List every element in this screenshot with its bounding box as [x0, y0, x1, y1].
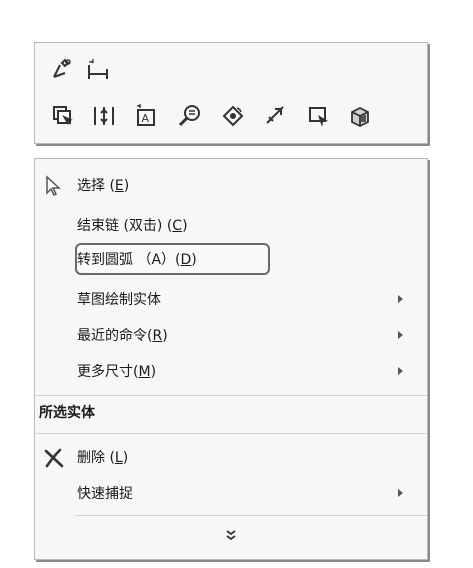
submenu-arrow-icon: [398, 331, 403, 339]
submenu-arrow-icon: [398, 367, 403, 375]
menu-item-delete[interactable]: 删除 (L): [35, 441, 427, 475]
double-chevron-down-icon: [226, 530, 236, 541]
section-header-label: 所选实体: [39, 405, 95, 421]
submenu-arrow-icon: [398, 489, 403, 497]
menu-item-select[interactable]: 选择 (E): [35, 169, 427, 203]
menu-item-more-dimensions[interactable]: 更多尺寸(M): [35, 355, 427, 389]
select-other-icon[interactable]: [47, 101, 77, 131]
delete-x-icon: [44, 448, 64, 468]
menu-item-label: 结束链 (双击) (C): [77, 218, 188, 234]
menu-item-label: 删除 (L): [77, 450, 129, 466]
menu-item-end-chain[interactable]: 结束链 (双击) (C): [35, 209, 427, 243]
menu-item-sketch-entities[interactable]: 草图绘制实体: [35, 283, 427, 317]
menu-separator: [35, 395, 427, 396]
zoom-to-selection-icon[interactable]: [175, 101, 205, 131]
menu-item-quick-snaps[interactable]: 快速捕捉: [35, 477, 427, 511]
context-toolbar: A: [34, 42, 428, 144]
insert-note-icon[interactable]: A: [131, 101, 161, 131]
context-menu: 选择 (E) 结束链 (双击) (C) 转到圆弧 （A）(D) 草图绘制实体 最…: [34, 158, 428, 560]
submenu-arrow-icon: [398, 295, 403, 303]
svg-text:A: A: [142, 112, 150, 125]
mirror-entities-icon[interactable]: [89, 101, 119, 131]
menu-item-label: 转到圆弧 （A）(D): [77, 252, 197, 268]
menu-separator: [35, 433, 427, 434]
expand-menu-button[interactable]: [35, 519, 427, 551]
menu-item-label: 草图绘制实体: [77, 292, 161, 308]
horizontal-dimension-icon[interactable]: [83, 55, 113, 85]
cursor-arrow-icon: [46, 175, 61, 197]
view-orientation-icon[interactable]: [218, 101, 248, 131]
display-style-icon[interactable]: [345, 101, 375, 131]
menu-item-switch-to-arc[interactable]: 转到圆弧 （A）(D): [35, 243, 427, 277]
menu-item-recent-commands[interactable]: 最近的命令(R): [35, 319, 427, 353]
section-header-selected-entities: 所选实体: [35, 397, 427, 427]
menu-item-label: 选择 (E): [77, 178, 130, 194]
menu-item-label: 快速捕捉: [77, 486, 133, 502]
menu-separator: [75, 515, 427, 516]
smart-dimension-icon[interactable]: [47, 55, 77, 85]
menu-item-label: 更多尺寸(M): [77, 364, 157, 380]
move-entities-icon[interactable]: [304, 101, 334, 131]
relation-icon[interactable]: [261, 101, 291, 131]
menu-item-label: 最近的命令(R): [77, 328, 168, 344]
